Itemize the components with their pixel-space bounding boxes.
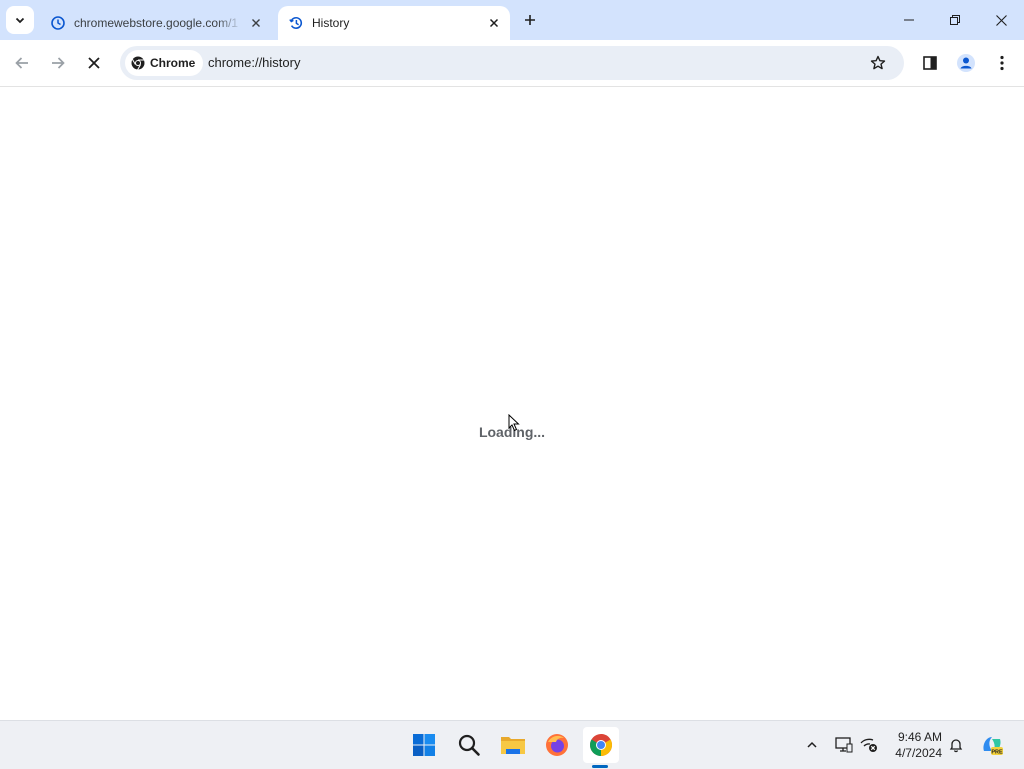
file-explorer-icon [501,737,525,754]
tab-search-button[interactable] [6,6,34,34]
tab-strip: chromewebstore.google.com/1 History [0,0,1024,40]
address-bar[interactable]: Chrome chrome://history [120,46,904,80]
taskbar: 9:46 AM 4/7/2024 PRE [0,720,1024,769]
restore-icon [950,15,960,25]
minimize-button[interactable] [886,0,932,40]
tab-history[interactable]: History [278,6,510,40]
search-icon [458,734,480,756]
close-icon [489,18,499,28]
arrow-left-icon [15,57,28,69]
forward-button[interactable] [44,49,72,77]
bookmark-button[interactable] [866,51,890,75]
chevron-up-icon [807,741,817,748]
chevron-down-icon [15,17,25,24]
browser-toolbar: Chrome chrome://history [0,40,1024,87]
chrome-icon [590,734,612,756]
close-icon [995,14,1007,26]
close-tab-button[interactable] [248,15,264,31]
site-chip-label: Chrome [150,56,196,70]
plus-icon [525,15,535,25]
bell-icon [949,739,963,753]
side-panel-button[interactable] [916,49,944,77]
tab-title: History [312,16,350,30]
display-tray-button[interactable] [832,733,856,757]
new-tab-button[interactable] [518,10,542,30]
network-tray-button[interactable] [857,733,881,757]
side-panel-icon [923,56,937,70]
copilot-icon: PRE [983,737,1003,756]
windows-start-icon [413,734,435,756]
firefox-icon [546,734,568,756]
close-tab-button[interactable] [486,15,502,31]
monitor-icon [835,737,853,753]
mouse-cursor-icon [508,414,520,432]
history-icon [51,16,65,30]
svg-text:PRE: PRE [991,750,1003,756]
avatar-icon [957,54,975,72]
more-menu-button[interactable] [988,49,1016,77]
stop-loading-button[interactable] [80,49,108,77]
firefox-button[interactable] [539,727,575,763]
clock-time: 9:46 AM [897,730,942,744]
show-hidden-icons-button[interactable] [800,733,824,757]
page-content: Loading... [0,87,1024,720]
tab-title: chromewebstore.google.com/1 [74,16,239,30]
copilot-button[interactable]: PRE [980,733,1004,757]
notifications-button[interactable] [944,733,968,757]
close-icon [252,19,260,27]
star-icon [870,55,886,70]
restore-button[interactable] [932,0,978,40]
back-button[interactable] [8,49,36,77]
no-internet-icon [860,738,877,752]
arrow-right-icon [52,57,65,69]
taskbar-search-button[interactable] [451,727,487,763]
start-button[interactable] [406,727,442,763]
chrome-button[interactable] [583,727,619,763]
minimize-icon [904,19,914,21]
profile-button[interactable] [952,49,980,77]
tab-chromewebstore[interactable]: chromewebstore.google.com/1 [40,6,272,40]
history-icon [289,17,303,29]
close-icon [88,57,100,69]
site-info-chip[interactable]: Chrome [125,50,204,76]
clock-date: 4/7/2024 [895,746,942,760]
file-explorer-button[interactable] [495,727,531,763]
system-clock[interactable]: 9:46 AM 4/7/2024 [884,729,942,761]
chrome-icon [131,56,145,70]
url-text[interactable]: chrome://history [208,55,300,70]
close-window-button[interactable] [978,0,1024,40]
more-vert-icon [1000,55,1004,71]
